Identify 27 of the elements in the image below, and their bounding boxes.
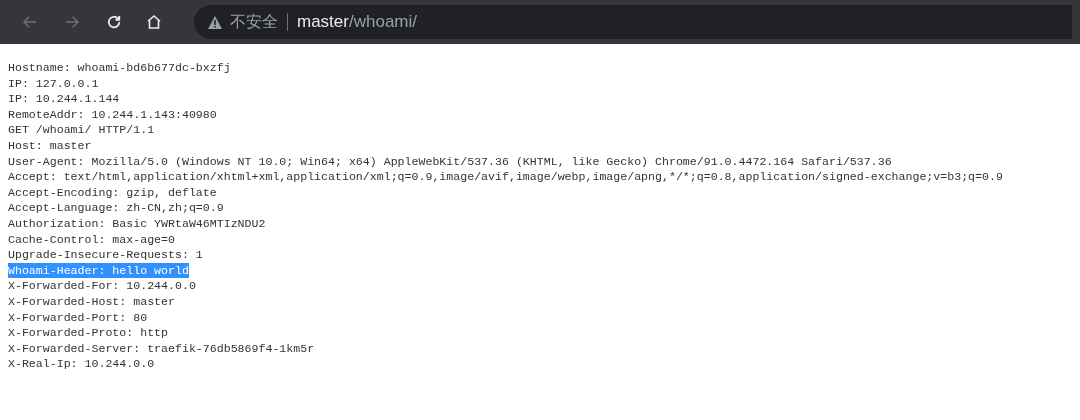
reload-icon — [105, 13, 123, 31]
url-text: master/whoami/ — [297, 11, 417, 34]
response-line: RemoteAddr: 10.244.1.143:40980 — [8, 106, 217, 123]
response-line: X-Real-Ip: 10.244.0.0 — [8, 356, 155, 372]
response-line: User-Agent: Mozilla/5.0 (Windows NT 10.0; Win64; x64) AppleWebKit/537.36 (KHTML, like Gecko) Chrome/91.0.4472.164 Safari/537.36 — [8, 153, 892, 170]
response-line: GET /whoami/ HTTP/1.1 — [8, 122, 155, 138]
response-line: IP: 10.244.1.144 — [8, 91, 120, 107]
response-line: Upgrade-Insecure-Requests: 1 — [8, 247, 203, 263]
response-line: Accept-Encoding: gzip, deflate — [8, 184, 217, 201]
response-line: X-Forwarded-For: 10.244.0.0 — [8, 278, 196, 294]
back-arrow-icon — [21, 13, 39, 31]
response-line: Authorization: Basic YWRtaW46MTIzNDU2 — [8, 215, 266, 232]
response-line: Hostname: whoami-bd6b677dc-bxzfj — [8, 60, 231, 76]
response-line: X-Forwarded-Server: traefik-76db5869f4-1km5r — [8, 340, 315, 357]
response-line: Cache-Control: max-age=0 — [8, 231, 175, 248]
response-line: IP: 127.0.0.1 — [8, 75, 99, 92]
response-line: Host: master — [8, 137, 92, 154]
home-icon — [145, 13, 163, 31]
response-line: Accept: text/html,application/xhtml+xml,application/xml;q=0.9,image/avif,image/webp,image/apng,*/*;q=0.8,application/signed-exchange;v=b3;q=0.9 — [8, 169, 1003, 185]
security-label[interactable]: 不安全 — [230, 10, 278, 34]
forward-arrow-icon — [63, 13, 81, 31]
response-line: X-Forwarded-Port: 80 — [8, 309, 148, 326]
warning-icon — [208, 15, 222, 29]
response-line: Accept-Language: zh-CN,zh;q=0.9 — [8, 200, 224, 216]
response-line: X-Forwarded-Host: master — [8, 293, 175, 310]
response-line: X-Forwarded-Proto: http — [8, 325, 169, 341]
address-bar[interactable]: 不安全 master/whoami/ — [194, 5, 1072, 39]
